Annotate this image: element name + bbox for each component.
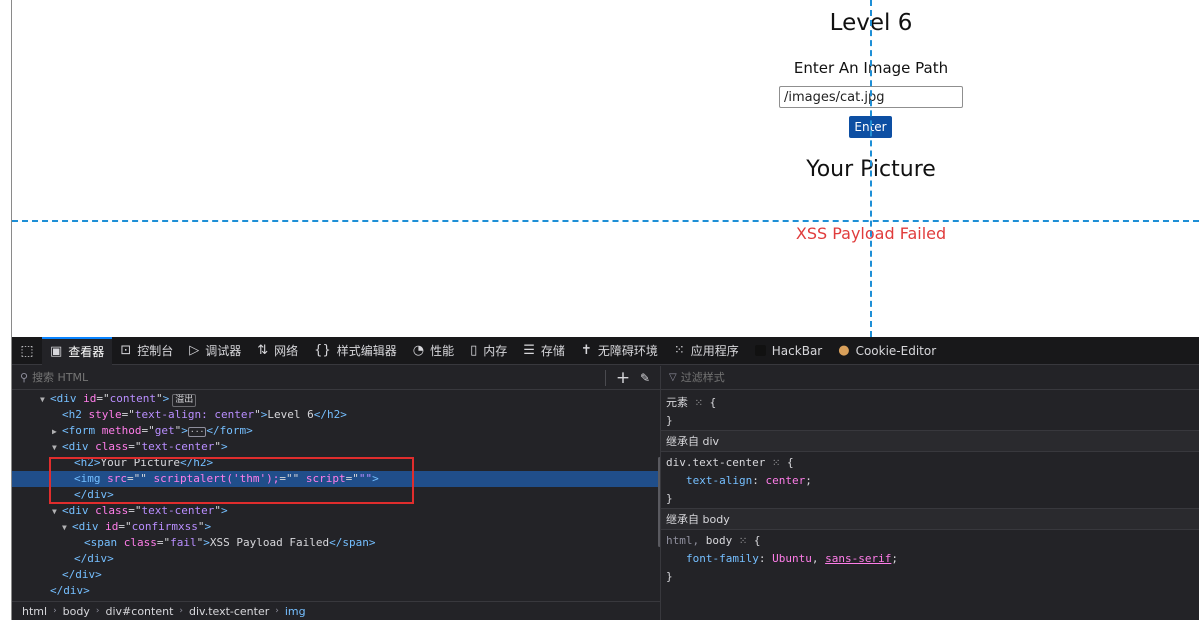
- rule-close: }: [666, 414, 673, 427]
- overflow-badge[interactable]: 溢出: [172, 394, 197, 407]
- devtools-toolbar: ⬚ ▣ 查看器 ⊡ 控制台 ▷ 调试器 ⇅ 网络 {} 样式编辑器 ◔ 性能 ▯ 内存 ☰ 存储…: [12, 336, 1199, 365]
- console-icon: ⊡: [120, 343, 132, 358]
- collapse-triangle-icon[interactable]: ▶: [52, 424, 62, 440]
- breadcrumb-html[interactable]: html: [22, 605, 47, 618]
- tab-accessibility[interactable]: ✝ 无障碍环境: [573, 337, 666, 365]
- html-search-input[interactable]: [32, 371, 599, 384]
- tab-storage[interactable]: ☰ 存储: [515, 337, 573, 365]
- chevron-right-icon: ›: [53, 606, 57, 616]
- tab-performance[interactable]: ◔ 性能: [405, 337, 462, 365]
- breadcrumb: html › body › div#content › div.text-cen…: [12, 601, 660, 620]
- performance-icon: ◔: [412, 343, 425, 358]
- rules-panel: ▽ 元素 ⁙ { } 继承自 div div.text-center ⁙ { t…: [661, 366, 1199, 620]
- tab-style-editor[interactable]: {} 样式编辑器: [306, 337, 405, 365]
- tab-cookie-editor[interactable]: ● Cookie-Editor: [830, 337, 944, 365]
- expand-triangle-icon[interactable]: ▼: [62, 520, 72, 536]
- filter-icon: ▽: [669, 372, 677, 383]
- tab-memory[interactable]: ▯ 内存: [462, 337, 515, 365]
- left-edge-lower: [0, 337, 12, 620]
- style-editor-icon: {}: [314, 343, 331, 358]
- inspector-guide-vertical: [870, 0, 872, 337]
- search-icon: ⚲: [20, 371, 29, 384]
- left-edge: [0, 0, 12, 337]
- breadcrumb-img[interactable]: img: [285, 605, 306, 618]
- grid-icon: ⁙: [738, 536, 748, 547]
- storage-icon: ☰: [523, 343, 535, 358]
- markup-line[interactable]: ▼ <div id="confirmxss">: [12, 519, 660, 535]
- markup-line[interactable]: ▼ <div class="text-center">: [12, 439, 660, 455]
- tab-hackbar[interactable]: HackBar: [747, 337, 830, 365]
- rule-close: }: [666, 570, 673, 583]
- markup-line[interactable]: <span class="fail">XSS Payload Failed</s…: [12, 535, 660, 551]
- tab-network[interactable]: ⇅ 网络: [249, 337, 306, 365]
- breadcrumb-body[interactable]: body: [63, 605, 90, 618]
- markup-line[interactable]: <h2 style="text-align: center">Level 6</…: [12, 407, 660, 423]
- element-picker-icon[interactable]: ⬚: [12, 337, 42, 365]
- html-search-bar: ⚲ + ✎: [12, 366, 660, 390]
- inherited-header: 继承自 div: [661, 430, 1199, 452]
- add-node-icon[interactable]: +: [612, 368, 634, 388]
- ellipsis-icon[interactable]: ···: [187, 427, 207, 437]
- network-icon: ⇅: [257, 343, 269, 358]
- devtools-panel: ⬚ ▣ 查看器 ⊡ 控制台 ▷ 调试器 ⇅ 网络 {} 样式编辑器 ◔ 性能 ▯ 内存 ☰ 存储…: [12, 336, 1199, 620]
- application-icon: ⁙: [673, 343, 685, 358]
- search-separator: [605, 369, 606, 386]
- expand-triangle-icon[interactable]: ▼: [52, 504, 62, 520]
- grid-icon: ⁙: [694, 398, 704, 409]
- rule-declaration[interactable]: font-family: Ubuntu, sans-serif;: [661, 550, 1199, 568]
- rule-close: }: [666, 492, 673, 505]
- markup-line[interactable]: ▼ <div class="text-center">: [12, 503, 660, 519]
- breadcrumb-div-text-center[interactable]: div.text-center: [189, 605, 269, 618]
- markup-line[interactable]: </div>: [12, 567, 660, 583]
- chevron-right-icon: ›: [95, 606, 100, 616]
- inherited-header: 继承自 body: [661, 508, 1199, 530]
- inspector-icon: ▣: [50, 344, 63, 359]
- debugger-icon: ▷: [189, 343, 200, 358]
- tab-inspector[interactable]: ▣ 查看器: [42, 336, 113, 365]
- web-page: Level 6 Enter An Image Path Enter Your P…: [0, 0, 1199, 337]
- rule-selector[interactable]: div.text-center ⁙ {: [661, 454, 1199, 472]
- hackbar-icon: [754, 345, 766, 356]
- annotation-highlight-box: [49, 457, 414, 504]
- rule-declaration[interactable]: text-align: center;: [661, 472, 1199, 490]
- tab-debugger[interactable]: ▷ 调试器: [181, 337, 249, 365]
- expand-triangle-icon[interactable]: ▼: [52, 440, 62, 456]
- chevron-right-icon: ›: [275, 606, 279, 616]
- markup-line[interactable]: ▼ <div id="content"> 溢出: [12, 391, 660, 407]
- grid-icon: ⁙: [771, 458, 781, 469]
- inspector-guide-horizontal: [12, 220, 1199, 222]
- filter-styles-input[interactable]: [680, 371, 826, 384]
- accessibility-icon: ✝: [580, 343, 592, 358]
- markup-line[interactable]: </div>: [12, 551, 660, 567]
- tab-console[interactable]: ⊡ 控制台: [112, 337, 181, 365]
- expand-triangle-icon[interactable]: ▼: [40, 392, 50, 408]
- rules-filter-bar: ▽: [661, 366, 1199, 390]
- tab-application[interactable]: ⁙ 应用程序: [666, 337, 747, 365]
- memory-icon: ▯: [470, 343, 478, 358]
- breadcrumb-div-content[interactable]: div#content: [106, 605, 174, 618]
- markup-line[interactable]: ▶ <form method="get"> ··· </form>: [12, 423, 660, 439]
- cookie-icon: ●: [838, 343, 850, 358]
- rule-selector[interactable]: 元素 ⁙ {: [661, 394, 1199, 412]
- chevron-right-icon: ›: [179, 606, 183, 616]
- eyedropper-icon[interactable]: ✎: [634, 371, 656, 385]
- markup-line[interactable]: </div>: [12, 583, 660, 599]
- rule-selector[interactable]: html, body ⁙ {: [661, 532, 1199, 550]
